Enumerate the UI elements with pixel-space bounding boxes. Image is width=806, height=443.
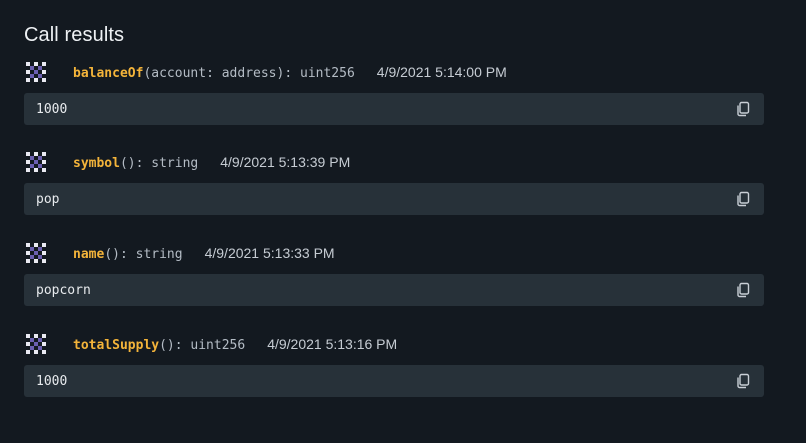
function-signature: balanceOf(account: address): uint256 4/9/… [73, 64, 507, 81]
function-params: (): string [104, 247, 183, 262]
copy-icon [737, 373, 750, 389]
copy-icon [737, 282, 750, 298]
call-header: totalSupply(): uint256 4/9/2021 5:13:16 P… [24, 334, 764, 356]
blockie-avatar-icon [26, 152, 46, 172]
call-timestamp: 4/9/2021 5:13:39 PM [220, 154, 351, 170]
result-value[interactable]: pop [36, 192, 59, 207]
copy-button[interactable] [734, 281, 752, 299]
result-box: pop [24, 183, 764, 215]
call-header: symbol(): string 4/9/2021 5:13:39 PM [24, 152, 764, 174]
copy-icon [737, 101, 750, 117]
function-params: (): string [119, 156, 199, 171]
result-value[interactable]: 1000 [36, 374, 67, 389]
call-result-item: symbol(): string 4/9/2021 5:13:39 PM pop [24, 152, 764, 215]
page-title: Call results [24, 24, 125, 46]
call-result-item: balanceOf(account: address): uint256 4/9/… [24, 62, 764, 125]
function-name: symbol [73, 156, 120, 171]
function-signature: symbol(): string 4/9/2021 5:13:39 PM [73, 154, 350, 171]
call-header: balanceOf(account: address): uint256 4/9/… [24, 62, 764, 84]
call-timestamp: 4/9/2021 5:14:00 PM [376, 64, 507, 80]
copy-button[interactable] [734, 372, 752, 390]
call-timestamp: 4/9/2021 5:13:33 PM [204, 245, 335, 261]
function-name: totalSupply [73, 338, 160, 353]
result-box: 1000 [24, 93, 764, 125]
blockie-avatar-icon [26, 334, 46, 354]
result-value[interactable]: popcorn [36, 283, 91, 298]
call-result-item: name(): string 4/9/2021 5:13:33 PM popcor… [24, 243, 764, 306]
function-params: (): uint256 [159, 338, 246, 353]
copy-button[interactable] [734, 100, 752, 118]
result-box: 1000 [24, 365, 764, 397]
result-box: popcorn [24, 274, 764, 306]
result-value[interactable]: 1000 [36, 102, 67, 117]
call-result-item: totalSupply(): uint256 4/9/2021 5:13:16 P… [24, 334, 764, 397]
function-name: name [73, 247, 105, 262]
call-results-panel: Call results balanceOf(account: address)… [0, 0, 806, 443]
call-header: name(): string 4/9/2021 5:13:33 PM [24, 243, 764, 265]
blockie-avatar-icon [26, 243, 46, 263]
copy-icon [737, 191, 750, 207]
function-params: (account: address): uint256 [143, 66, 355, 81]
copy-button[interactable] [734, 190, 752, 208]
blockie-avatar-icon [26, 62, 46, 82]
function-signature: name(): string 4/9/2021 5:13:33 PM [73, 245, 335, 262]
call-timestamp: 4/9/2021 5:13:16 PM [267, 336, 398, 352]
function-signature: totalSupply(): uint256 4/9/2021 5:13:16 P… [73, 336, 397, 353]
function-name: balanceOf [73, 66, 144, 81]
